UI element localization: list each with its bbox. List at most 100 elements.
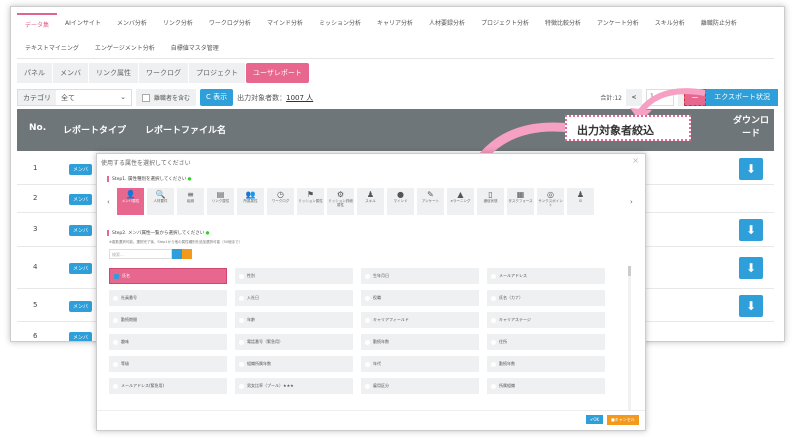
attribute-label: 勤続期間 <box>121 317 137 322</box>
category-tile[interactable]: ≡ 組織 <box>177 188 204 215</box>
category-label: マインド <box>393 198 408 203</box>
checkbox-icon <box>365 273 370 279</box>
category-tile[interactable]: ▤ リンク属性 <box>207 188 234 215</box>
checkbox-icon <box>113 317 118 323</box>
checkbox-icon <box>113 361 118 367</box>
category-tile[interactable]: ◷ ワークログ <box>267 188 294 215</box>
attribute-option[interactable]: 入社日 <box>235 290 353 306</box>
attribute-option[interactable]: 雇用区分 <box>361 378 479 394</box>
ok-button[interactable]: ✔OK <box>586 415 604 424</box>
category-label: スキル <box>365 198 376 203</box>
dot-icon: ● <box>205 231 210 236</box>
dot-icon: ● <box>187 177 192 182</box>
scroll-right-icon[interactable]: › <box>630 198 633 206</box>
checkbox-icon <box>113 383 118 389</box>
attribute-label: 氏名 <box>122 273 130 278</box>
search-input[interactable]: 検索... <box>109 249 172 259</box>
attribute-option[interactable]: 所属組織 <box>487 378 605 394</box>
checkbox-icon <box>239 361 244 367</box>
checkbox-icon <box>365 339 370 345</box>
attribute-option[interactable]: 生年月日 <box>361 268 479 284</box>
attribute-option[interactable]: 組織所属年数 <box>235 356 353 372</box>
attribute-label: キャリアステージ <box>499 317 531 322</box>
attribute-option[interactable]: 電話番号（緊急用） <box>235 334 353 350</box>
checkbox-icon <box>239 295 244 301</box>
category-label: Sl <box>578 198 583 203</box>
category-label: eラーニング <box>450 198 471 203</box>
category-tile[interactable]: ● マインド <box>387 188 414 215</box>
category-tile[interactable]: ♟ スキル <box>357 188 384 215</box>
attribute-label: 組織所属年数 <box>247 361 271 366</box>
attribute-option[interactable]: 社員番号 <box>109 290 227 306</box>
category-tile[interactable]: ✎ アンケート <box>417 188 444 215</box>
attribute-label: 勤続年数 <box>499 361 515 366</box>
arrow-curve-small <box>637 88 706 114</box>
attribute-option[interactable]: メールアドレス <box>487 268 605 284</box>
checkbox-icon <box>365 317 370 323</box>
attribute-option[interactable]: 性別 <box>235 268 353 284</box>
checkbox-icon <box>491 339 496 345</box>
category-label: サンクスポイント <box>538 198 563 207</box>
attribute-option[interactable]: 氏名（カナ） <box>487 290 605 306</box>
category-tile[interactable]: ◎ サンクスポイント <box>537 188 564 215</box>
checkbox-icon <box>239 317 244 323</box>
category-label: ワークログ <box>271 198 290 203</box>
attribute-label: 住所 <box>499 339 507 344</box>
category-label: ミッション属性 <box>298 198 323 203</box>
checkbox-icon <box>113 339 118 345</box>
category-tile[interactable]: ♟ Sl <box>567 188 594 215</box>
category-tile[interactable]: ⚙ ミッション詳細属性 <box>327 188 354 215</box>
attribute-label: メールアドレス <box>499 273 527 278</box>
checkbox-icon <box>365 383 370 389</box>
attribute-option[interactable]: 年代 <box>361 356 479 372</box>
close-icon[interactable]: × <box>632 156 639 165</box>
attribute-label: キャリアフィールド <box>373 317 409 322</box>
attribute-label: 勤続年数 <box>373 339 389 344</box>
category-tile[interactable]: ▲ eラーニング <box>447 188 474 215</box>
category-label: ミッション詳細属性 <box>328 198 353 207</box>
category-label: アンケート <box>421 198 440 203</box>
scroll-left-icon[interactable]: ‹ <box>107 198 110 206</box>
attribute-option[interactable]: 趣味 <box>109 334 227 350</box>
attribute-label: 雇用区分 <box>373 383 389 388</box>
attribute-option[interactable]: メールアドレス(緊急用) <box>109 378 227 394</box>
checkbox-icon <box>365 295 370 301</box>
category-label: メンバ属性 <box>121 198 140 203</box>
category-carousel: 👤 メンバ属性 🔍 人材要件 ≡ 組織 ▤ リンク属性 👥 所属属性 ◷ ワークログ ⚑ ミッション属性 ⚙… <box>117 188 594 215</box>
category-tile[interactable]: ⚑ ミッション属性 <box>297 188 324 215</box>
checkbox-icon <box>239 273 244 279</box>
attribute-label: 所属組織 <box>499 383 515 388</box>
attribute-label: 氏名（カナ） <box>499 295 523 300</box>
category-tile[interactable]: 👥 所属属性 <box>237 188 264 215</box>
attribute-label: 社員番号 <box>121 295 137 300</box>
checkbox-icon <box>491 317 496 323</box>
attribute-label: 電話番号（緊急用） <box>247 339 283 344</box>
clear-button[interactable] <box>182 249 192 259</box>
category-tile[interactable]: ▦ タスクフォース <box>507 188 534 215</box>
attribute-option[interactable]: 勤続期間 <box>109 312 227 328</box>
step2-text: Step2. メンバ属性一覧から選択してください <box>112 231 205 236</box>
attribute-search: 検索... <box>109 249 192 259</box>
attribute-option[interactable]: 氏名 <box>109 268 227 284</box>
attribute-option[interactable]: 役職 <box>361 290 479 306</box>
attribute-option[interactable]: キャリアステージ <box>487 312 605 328</box>
scrollbar[interactable] <box>628 266 631 411</box>
cancel-button[interactable]: ■キャンセル <box>607 415 639 425</box>
attribute-option[interactable]: 勤続年数 <box>487 356 605 372</box>
attribute-option[interactable]: キャリアフィールド <box>361 312 479 328</box>
attribute-label: 性別 <box>247 273 255 278</box>
attribute-option[interactable]: 等級 <box>109 356 227 372</box>
checkbox-icon <box>491 295 496 301</box>
category-tile[interactable]: ▯ 通信状態 <box>477 188 504 215</box>
attribute-option[interactable]: 男女比率（プール）★★★ <box>235 378 353 394</box>
category-tile[interactable]: 👤 メンバ属性 <box>117 188 144 215</box>
attribute-option[interactable]: 住所 <box>487 334 605 350</box>
attribute-grid: 氏名 性別 生年月日 メールアドレス社員番号 入社日 役職 氏名（カナ） 勤続期間 年齢 キャリア… <box>109 268 605 394</box>
category-label: 組織 <box>187 198 194 203</box>
attribute-label: 年代 <box>373 361 381 366</box>
search-button[interactable] <box>172 249 182 259</box>
category-label: リンク属性 <box>211 198 230 203</box>
attribute-option[interactable]: 勤続年数 <box>361 334 479 350</box>
category-tile[interactable]: 🔍 人材要件 <box>147 188 174 215</box>
attribute-option[interactable]: 年齢 <box>235 312 353 328</box>
